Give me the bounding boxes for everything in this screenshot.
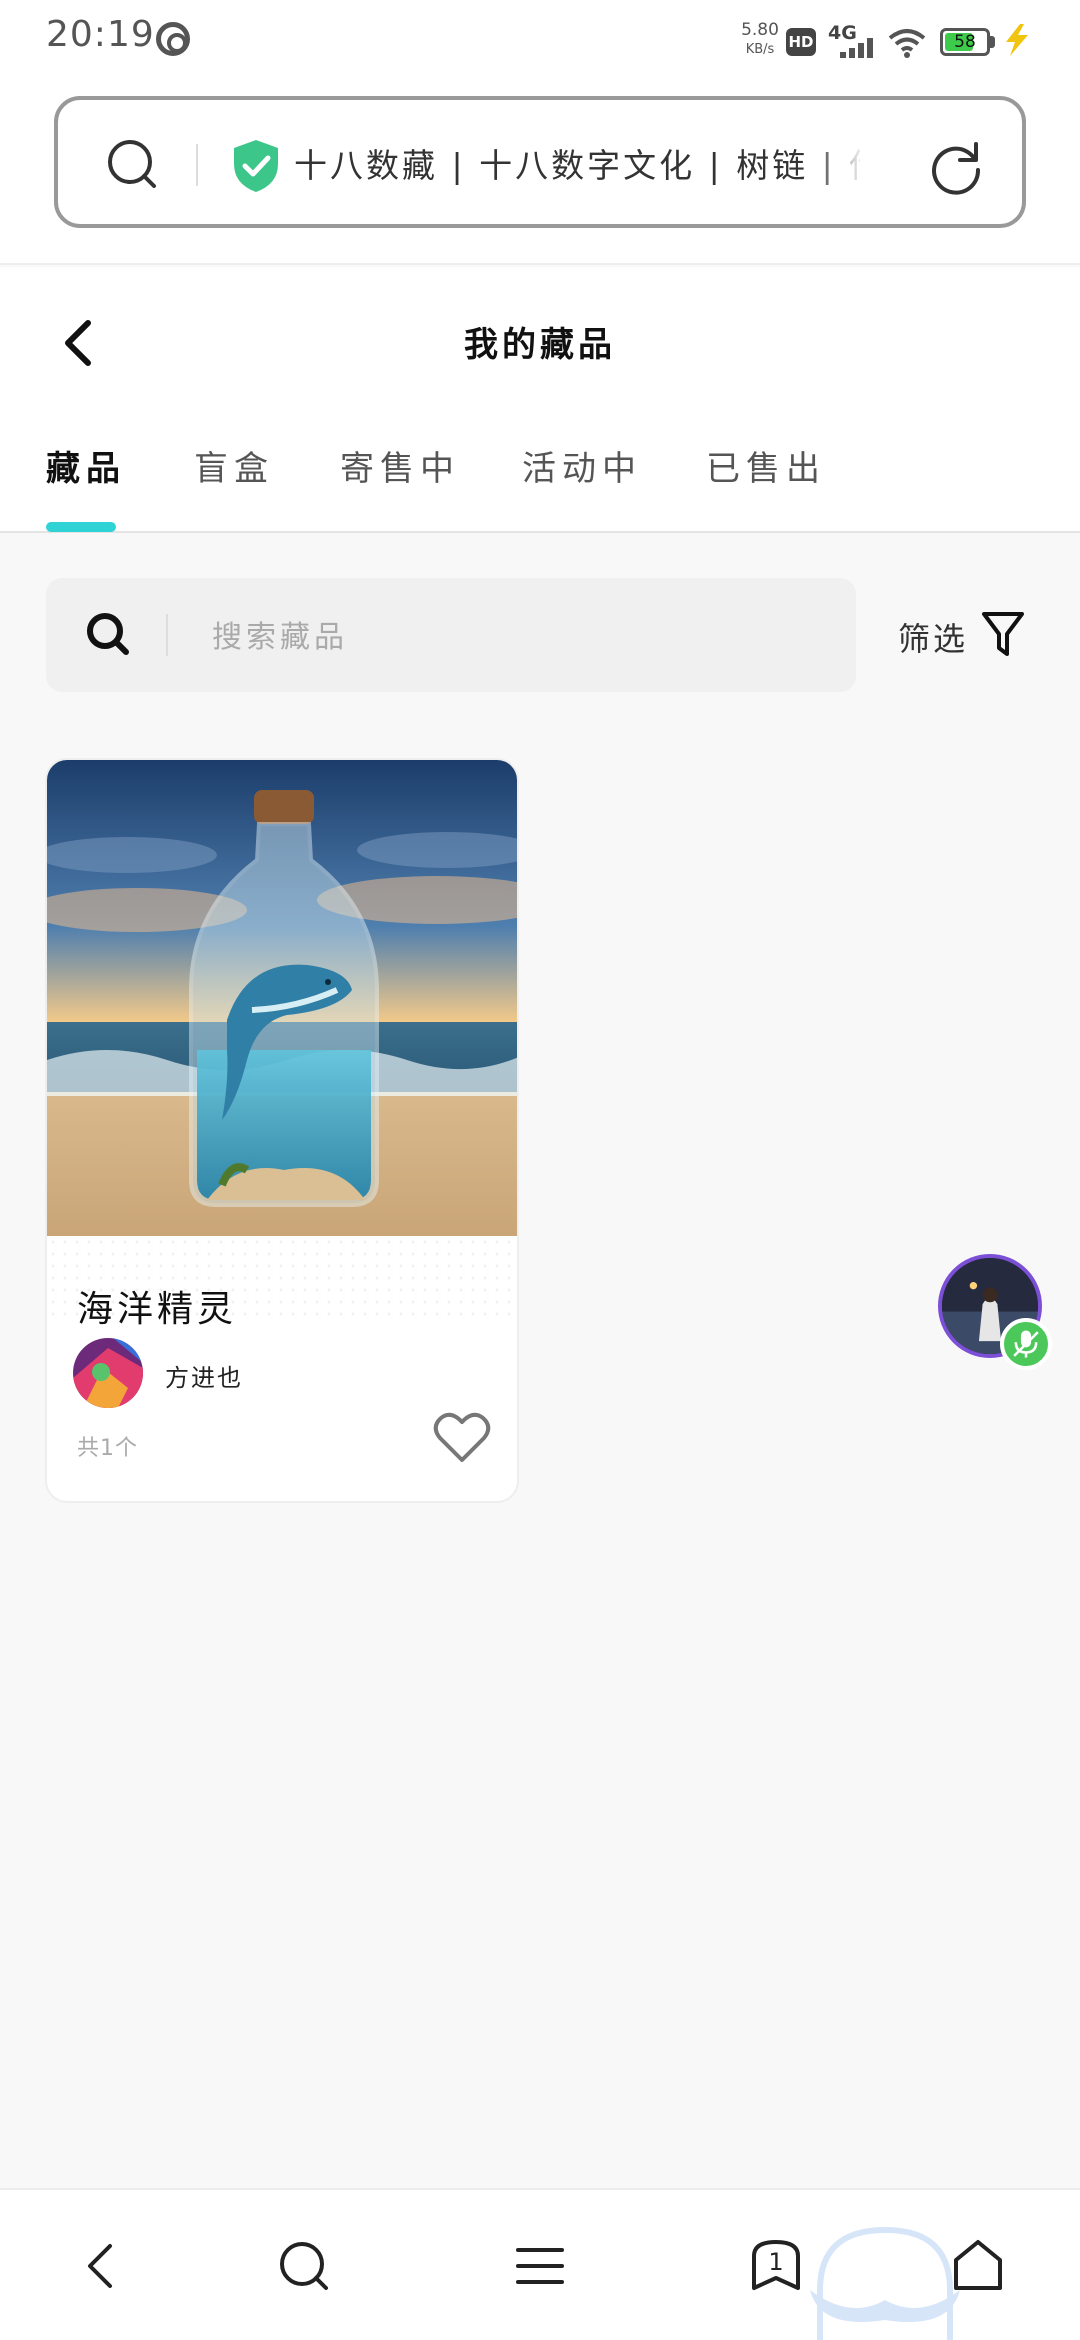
back-icon[interactable] bbox=[72, 2236, 132, 2296]
tab-sold[interactable]: 已售出 bbox=[706, 441, 826, 490]
collection-item-card[interactable]: 海洋精灵 方进也 共1个 bbox=[45, 758, 519, 1503]
network-speed-unit: KB/s bbox=[745, 42, 775, 57]
hd-badge: HD bbox=[786, 28, 816, 56]
filter-button[interactable]: 筛选 bbox=[898, 614, 968, 660]
tab-blind-box[interactable]: 盲盒 bbox=[194, 441, 274, 490]
tab-in-activity[interactable]: 活动中 bbox=[522, 441, 642, 490]
page-title: 我的藏品 bbox=[464, 325, 616, 365]
search-input[interactable]: 搜索藏品 bbox=[212, 612, 348, 656]
search-icon bbox=[87, 613, 129, 655]
item-count: 共1个 bbox=[77, 1436, 138, 1461]
signal-icon bbox=[840, 38, 876, 58]
search-icon[interactable] bbox=[106, 138, 158, 190]
tabs-button[interactable]: 1 bbox=[746, 2236, 806, 2296]
app-notification-icon bbox=[156, 22, 190, 56]
status-bar: 20:19 5.80 KB/s HD 4G 58 bbox=[0, 0, 1080, 80]
battery-icon: 58 bbox=[940, 28, 990, 56]
menu-icon[interactable] bbox=[510, 2236, 570, 2296]
heart-icon[interactable] bbox=[433, 1410, 491, 1464]
tab-active-indicator bbox=[46, 522, 116, 532]
floating-mascot-overlay bbox=[810, 2226, 960, 2340]
creator-avatar bbox=[73, 1338, 143, 1408]
network-speed-value: 5.80 bbox=[741, 20, 779, 40]
page-header: 我的藏品 藏品 盲盒 寄售中 活动中 已售出 bbox=[0, 267, 1080, 533]
address-divider bbox=[196, 144, 198, 186]
wifi-icon bbox=[888, 29, 926, 58]
network-speed: 5.80 KB/s bbox=[736, 20, 784, 60]
battery-tip bbox=[990, 36, 995, 48]
browser-toolbar: 十八数藏 | 十八数字文化 | 树链 | 传统 bbox=[0, 80, 1080, 265]
address-fade bbox=[810, 136, 866, 196]
creator-name: 方进也 bbox=[165, 1364, 243, 1392]
collection-search-box[interactable]: 搜索藏品 bbox=[46, 578, 856, 692]
tab-collections[interactable]: 藏品 bbox=[46, 441, 126, 490]
back-icon[interactable] bbox=[56, 317, 102, 369]
mic-muted-icon bbox=[1000, 1318, 1052, 1370]
battery-level: 58 bbox=[954, 32, 976, 52]
reload-icon[interactable] bbox=[926, 136, 986, 196]
item-name: 海洋精灵 bbox=[77, 1289, 238, 1330]
item-image-whale-bottle[interactable] bbox=[47, 760, 519, 1236]
tab-consigning[interactable]: 寄售中 bbox=[340, 441, 460, 490]
charging-bolt-icon bbox=[1006, 24, 1028, 56]
address-bar[interactable]: 十八数藏 | 十八数字文化 | 树链 | 传统 bbox=[54, 96, 1026, 228]
status-time: 20:19 bbox=[46, 14, 155, 55]
address-text[interactable]: 十八数藏 | 十八数字文化 | 树链 | 传统 bbox=[294, 140, 860, 192]
tabs-count: 1 bbox=[768, 2248, 784, 2276]
search-icon[interactable] bbox=[274, 2236, 334, 2296]
shield-check-icon bbox=[234, 140, 278, 192]
filter-icon[interactable] bbox=[980, 608, 1026, 660]
search-divider bbox=[166, 614, 168, 656]
